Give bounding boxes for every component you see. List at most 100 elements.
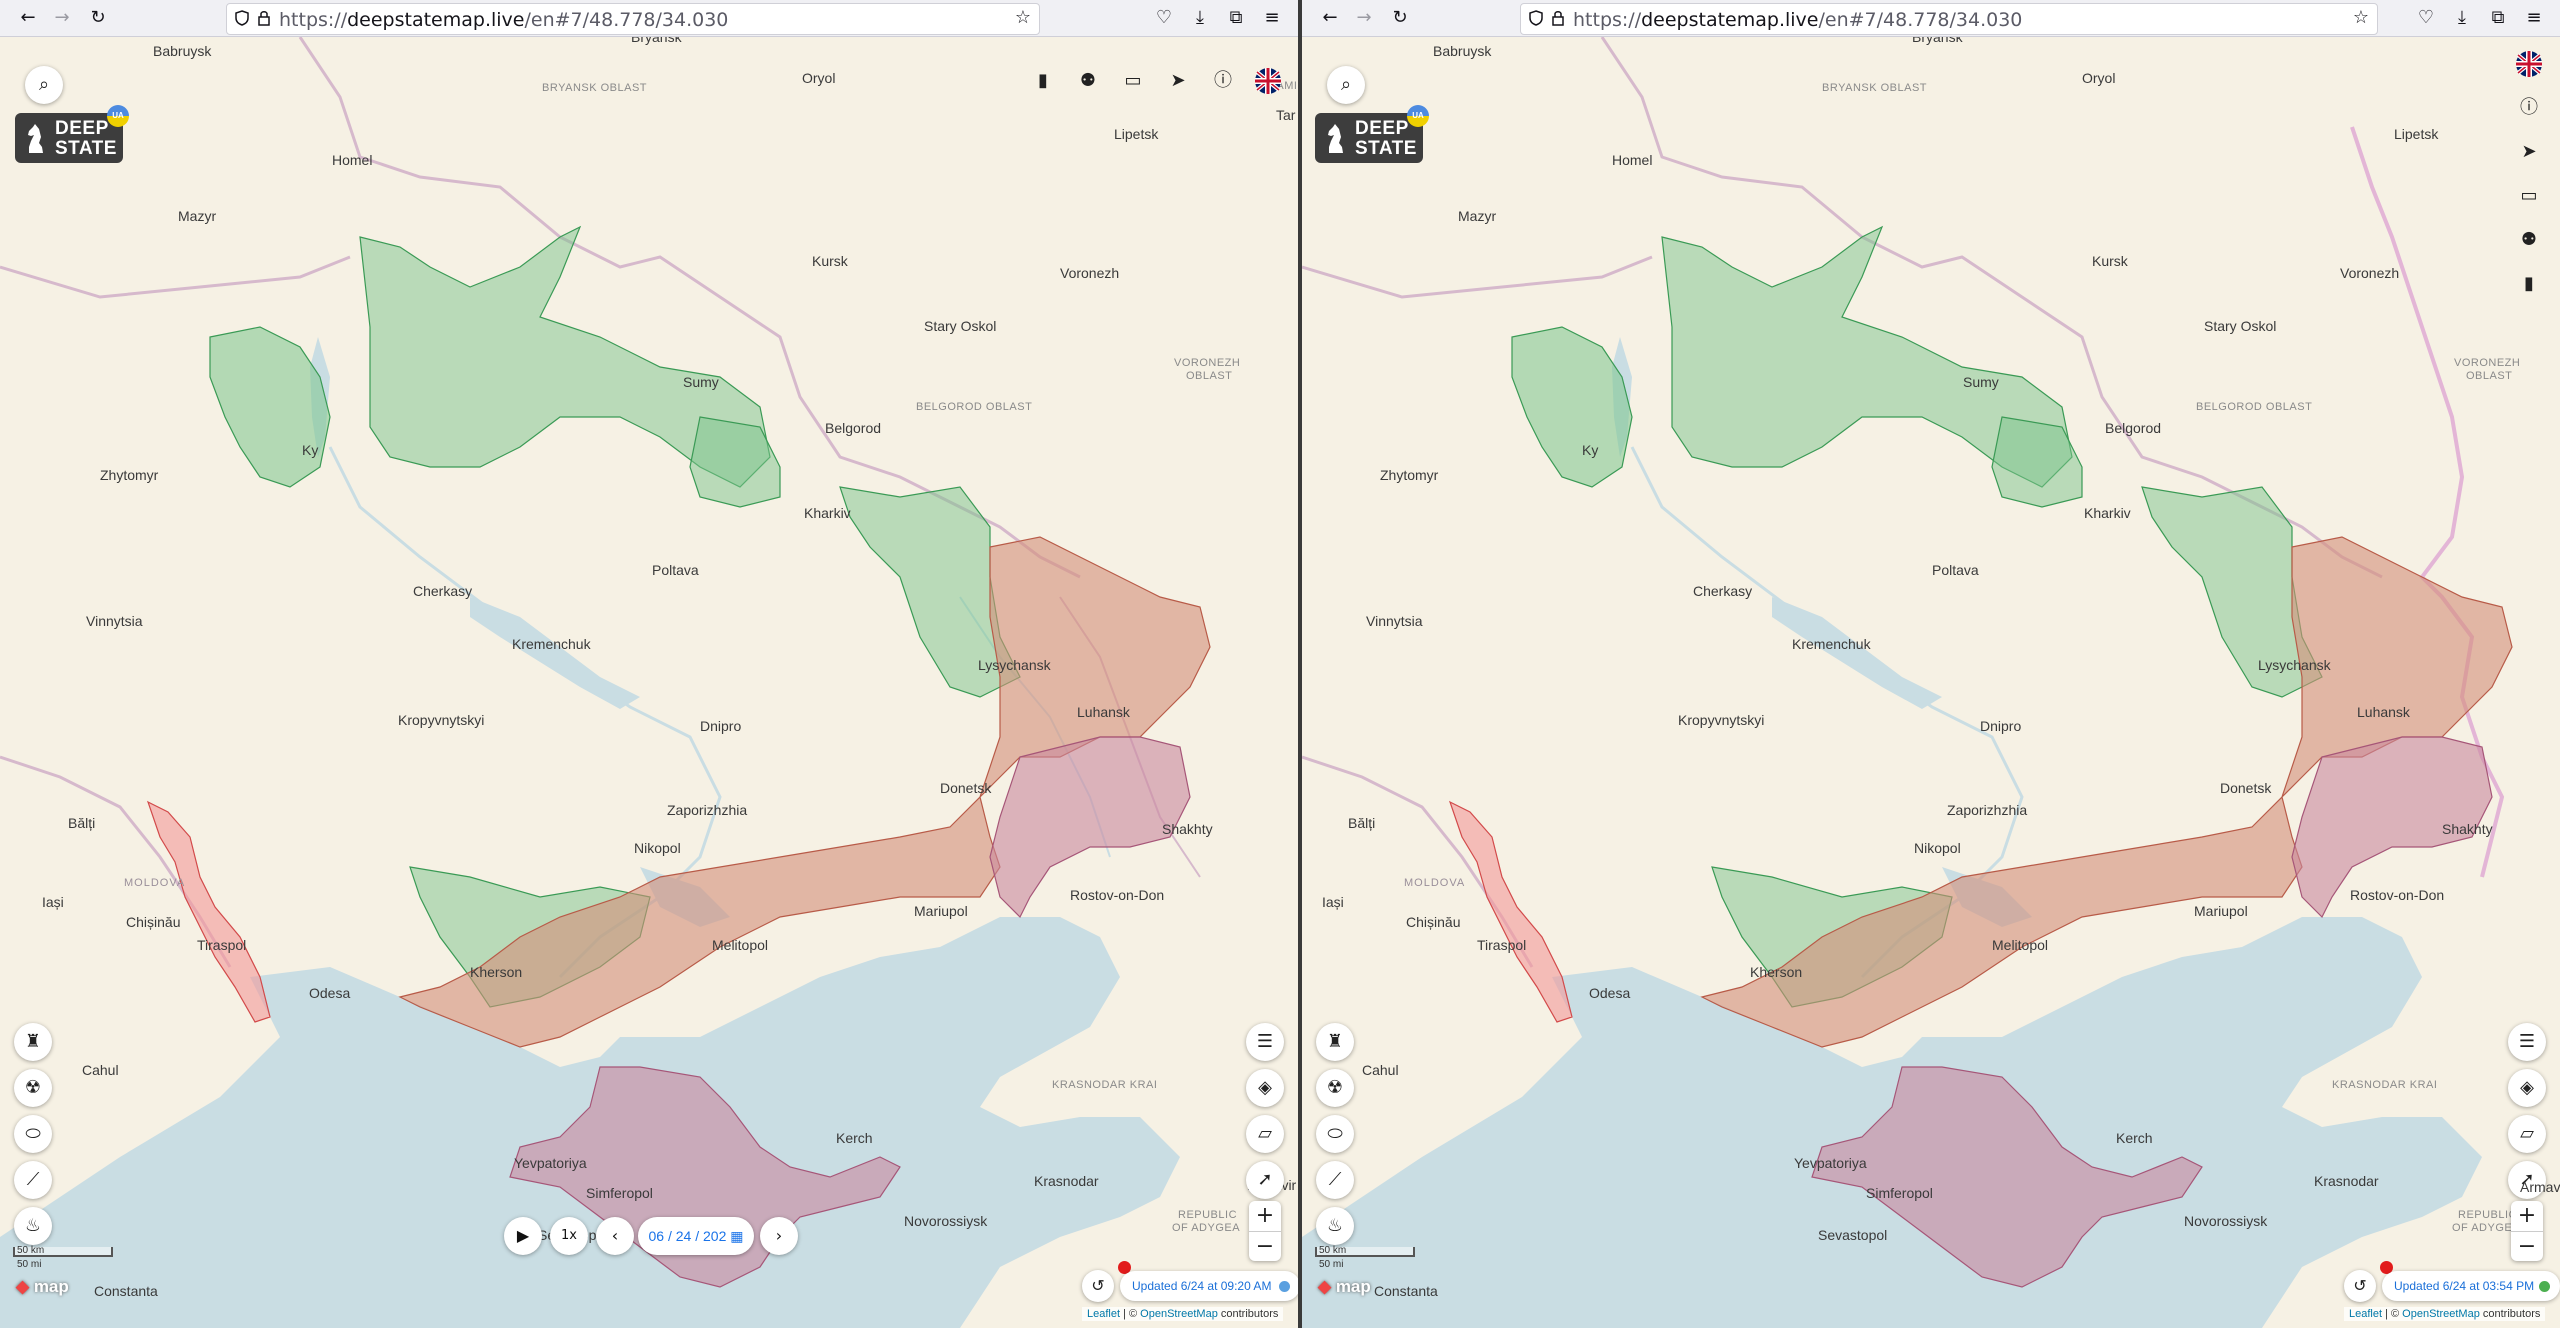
- back-button[interactable]: ←: [14, 4, 42, 32]
- layer-nuclear-button[interactable]: ☢: [1316, 1069, 1354, 1107]
- layers-button[interactable]: ◈: [1246, 1069, 1284, 1107]
- city-babruysk: Babruysk: [1433, 43, 1492, 59]
- money-icon: ▭: [2520, 185, 2538, 206]
- timeline-player: ▶ 1x ‹ 06 / 24 / 202 ▦ ›: [504, 1217, 804, 1257]
- layer-military-button[interactable]: ♜: [14, 1023, 52, 1061]
- info-button[interactable]: ⓘ: [1204, 62, 1242, 100]
- updated-status[interactable]: Updated 6/24 at 09:20 AM: [1120, 1271, 1298, 1301]
- back-button[interactable]: ←: [1316, 4, 1344, 32]
- menu-icon[interactable]: ≡: [2520, 4, 2548, 32]
- play-button[interactable]: ▶: [504, 1217, 542, 1255]
- date-input[interactable]: 06 / 24 / 202 ▦: [638, 1217, 754, 1255]
- zoom-in-button[interactable]: +: [1249, 1201, 1281, 1232]
- city-vinnytsia: Vinnytsia: [1366, 613, 1423, 629]
- pocket-icon[interactable]: ♡: [1150, 4, 1178, 32]
- downloads-icon[interactable]: ⤓: [2448, 4, 2476, 32]
- layer-missile-button[interactable]: ⟋: [1316, 1161, 1354, 1199]
- city-lipetsk: Lipetsk: [2394, 126, 2439, 142]
- extensions-icon[interactable]: ⧉: [2484, 4, 2512, 32]
- region-voronezh-2: OBLAST: [1186, 370, 1233, 382]
- telegram-button[interactable]: ➤: [2510, 133, 2548, 171]
- fire-icon: ♨: [24, 1215, 42, 1236]
- city-kremenchuk: Kremenchuk: [512, 636, 591, 652]
- bot-button[interactable]: ⚉: [1069, 62, 1107, 100]
- history-button[interactable]: ↺: [2344, 1270, 2376, 1302]
- tracking-protection-icon[interactable]: [1529, 10, 1543, 26]
- donate-button[interactable]: ▭: [1114, 62, 1152, 100]
- map-view[interactable]: Babruysk Bryansk Oryol Lipetsk Tar BRYAN…: [0, 37, 1298, 1328]
- city-kremenchuk: Kremenchuk: [1792, 636, 1871, 652]
- scale-mi: 50 mi: [17, 1259, 42, 1270]
- map-brand-logo[interactable]: ◆ map: [16, 1277, 69, 1297]
- bookmark-star-icon[interactable]: ☆: [2353, 7, 2369, 28]
- layers-icon: ◈: [2520, 1077, 2534, 1098]
- city-mazyr: Mazyr: [178, 208, 217, 224]
- bot-button[interactable]: ⚉: [2510, 221, 2548, 259]
- city-sevastopol: Sevastopol: [1818, 1227, 1888, 1243]
- city-voronezh: Voronezh: [1060, 265, 1120, 281]
- donate-button[interactable]: ▭: [2510, 177, 2548, 215]
- city-homel: Homel: [332, 152, 373, 168]
- speed-button[interactable]: 1x: [550, 1217, 588, 1255]
- region-adygea-2: OF ADYGEA: [1172, 1222, 1241, 1234]
- map-brand-logo[interactable]: ◆ map: [1318, 1277, 1371, 1297]
- reload-button[interactable]: ↻: [84, 4, 112, 32]
- lock-icon[interactable]: [257, 10, 271, 26]
- downloads-icon[interactable]: ⤓: [1186, 4, 1214, 32]
- map-view[interactable]: Babruysk Bryansk Oryol Lipetsk BRYANSK O…: [1302, 37, 2560, 1328]
- layer-weapons-button[interactable]: ⬭: [14, 1115, 52, 1153]
- statistics-button[interactable]: ▮: [1024, 62, 1062, 100]
- zoom-out-button[interactable]: −: [2511, 1232, 2543, 1261]
- language-button[interactable]: [1249, 62, 1287, 100]
- zoom-out-button[interactable]: −: [1249, 1232, 1281, 1261]
- address-bar[interactable]: https://deepstatemap.live/en#7/48.778/34…: [226, 3, 1040, 35]
- city-cherkasy: Cherkasy: [413, 583, 473, 599]
- filters-button[interactable]: ☰: [1246, 1023, 1284, 1061]
- search-button[interactable]: ⌕: [1327, 66, 1365, 104]
- ruler-button[interactable]: ▱: [1246, 1115, 1284, 1153]
- layer-missile-button[interactable]: ⟋: [14, 1161, 52, 1199]
- forward-button[interactable]: →: [48, 4, 76, 32]
- tracking-protection-icon[interactable]: [235, 10, 249, 26]
- extensions-icon[interactable]: ⧉: [1222, 4, 1250, 32]
- filters-button[interactable]: ☰: [2508, 1023, 2546, 1061]
- locate-button[interactable]: ➚: [1246, 1161, 1284, 1199]
- layer-fire-button[interactable]: ♨: [1316, 1207, 1354, 1245]
- city-poltava: Poltava: [1932, 562, 1979, 578]
- city-chisinau: Chișinău: [1406, 914, 1461, 930]
- layers-button[interactable]: ◈: [2508, 1069, 2546, 1107]
- search-button[interactable]: ⌕: [25, 66, 63, 104]
- bookmark-star-icon[interactable]: ☆: [1015, 7, 1031, 28]
- layer-military-button[interactable]: ♜: [1316, 1023, 1354, 1061]
- deepstate-logo[interactable]: DEEP STATE UA: [15, 105, 129, 163]
- deepstate-logo[interactable]: DEEP STATE UA: [1315, 105, 1429, 163]
- language-button[interactable]: [2510, 45, 2548, 83]
- menu-icon[interactable]: ≡: [1258, 4, 1286, 32]
- scale-km: 50 km: [17, 1245, 45, 1256]
- pocket-icon[interactable]: ♡: [2412, 4, 2440, 32]
- layer-nuclear-button[interactable]: ☢: [14, 1069, 52, 1107]
- telegram-button[interactable]: ➤: [1159, 62, 1197, 100]
- city-kyiv: Ky: [302, 442, 319, 458]
- reload-button[interactable]: ↻: [1386, 4, 1414, 32]
- lock-icon[interactable]: [1551, 10, 1565, 26]
- info-button[interactable]: ⓘ: [2510, 89, 2548, 127]
- history-button[interactable]: ↺: [1082, 1270, 1114, 1302]
- updated-status[interactable]: Updated 6/24 at 03:54 PM: [2382, 1271, 2560, 1301]
- zoom-in-button[interactable]: +: [2511, 1201, 2543, 1232]
- layer-weapons-button[interactable]: ⬭: [1316, 1115, 1354, 1153]
- next-date-button[interactable]: ›: [760, 1217, 798, 1255]
- city-yevpatoriya: Yevpatoriya: [1794, 1155, 1867, 1171]
- forward-button[interactable]: →: [1350, 4, 1378, 32]
- address-bar[interactable]: https://deepstatemap.live/en#7/48.778/34…: [1520, 3, 2378, 35]
- browser-window-right: ← → ↻ https://deepstatemap.live/en#7/48.…: [1302, 0, 2560, 1328]
- city-armavir: Armavir: [2520, 1179, 2560, 1195]
- city-vinnytsia: Vinnytsia: [86, 613, 143, 629]
- ruler-button[interactable]: ▱: [2508, 1115, 2546, 1153]
- calendar-icon[interactable]: ▦: [730, 1228, 743, 1244]
- city-nikopol: Nikopol: [1914, 840, 1961, 856]
- statistics-button[interactable]: ▮: [2510, 265, 2548, 303]
- prev-date-button[interactable]: ‹: [596, 1217, 634, 1255]
- region-krasnodar: KRASNODAR KRAI: [2332, 1079, 2438, 1091]
- layer-fire-button[interactable]: ♨: [14, 1207, 52, 1245]
